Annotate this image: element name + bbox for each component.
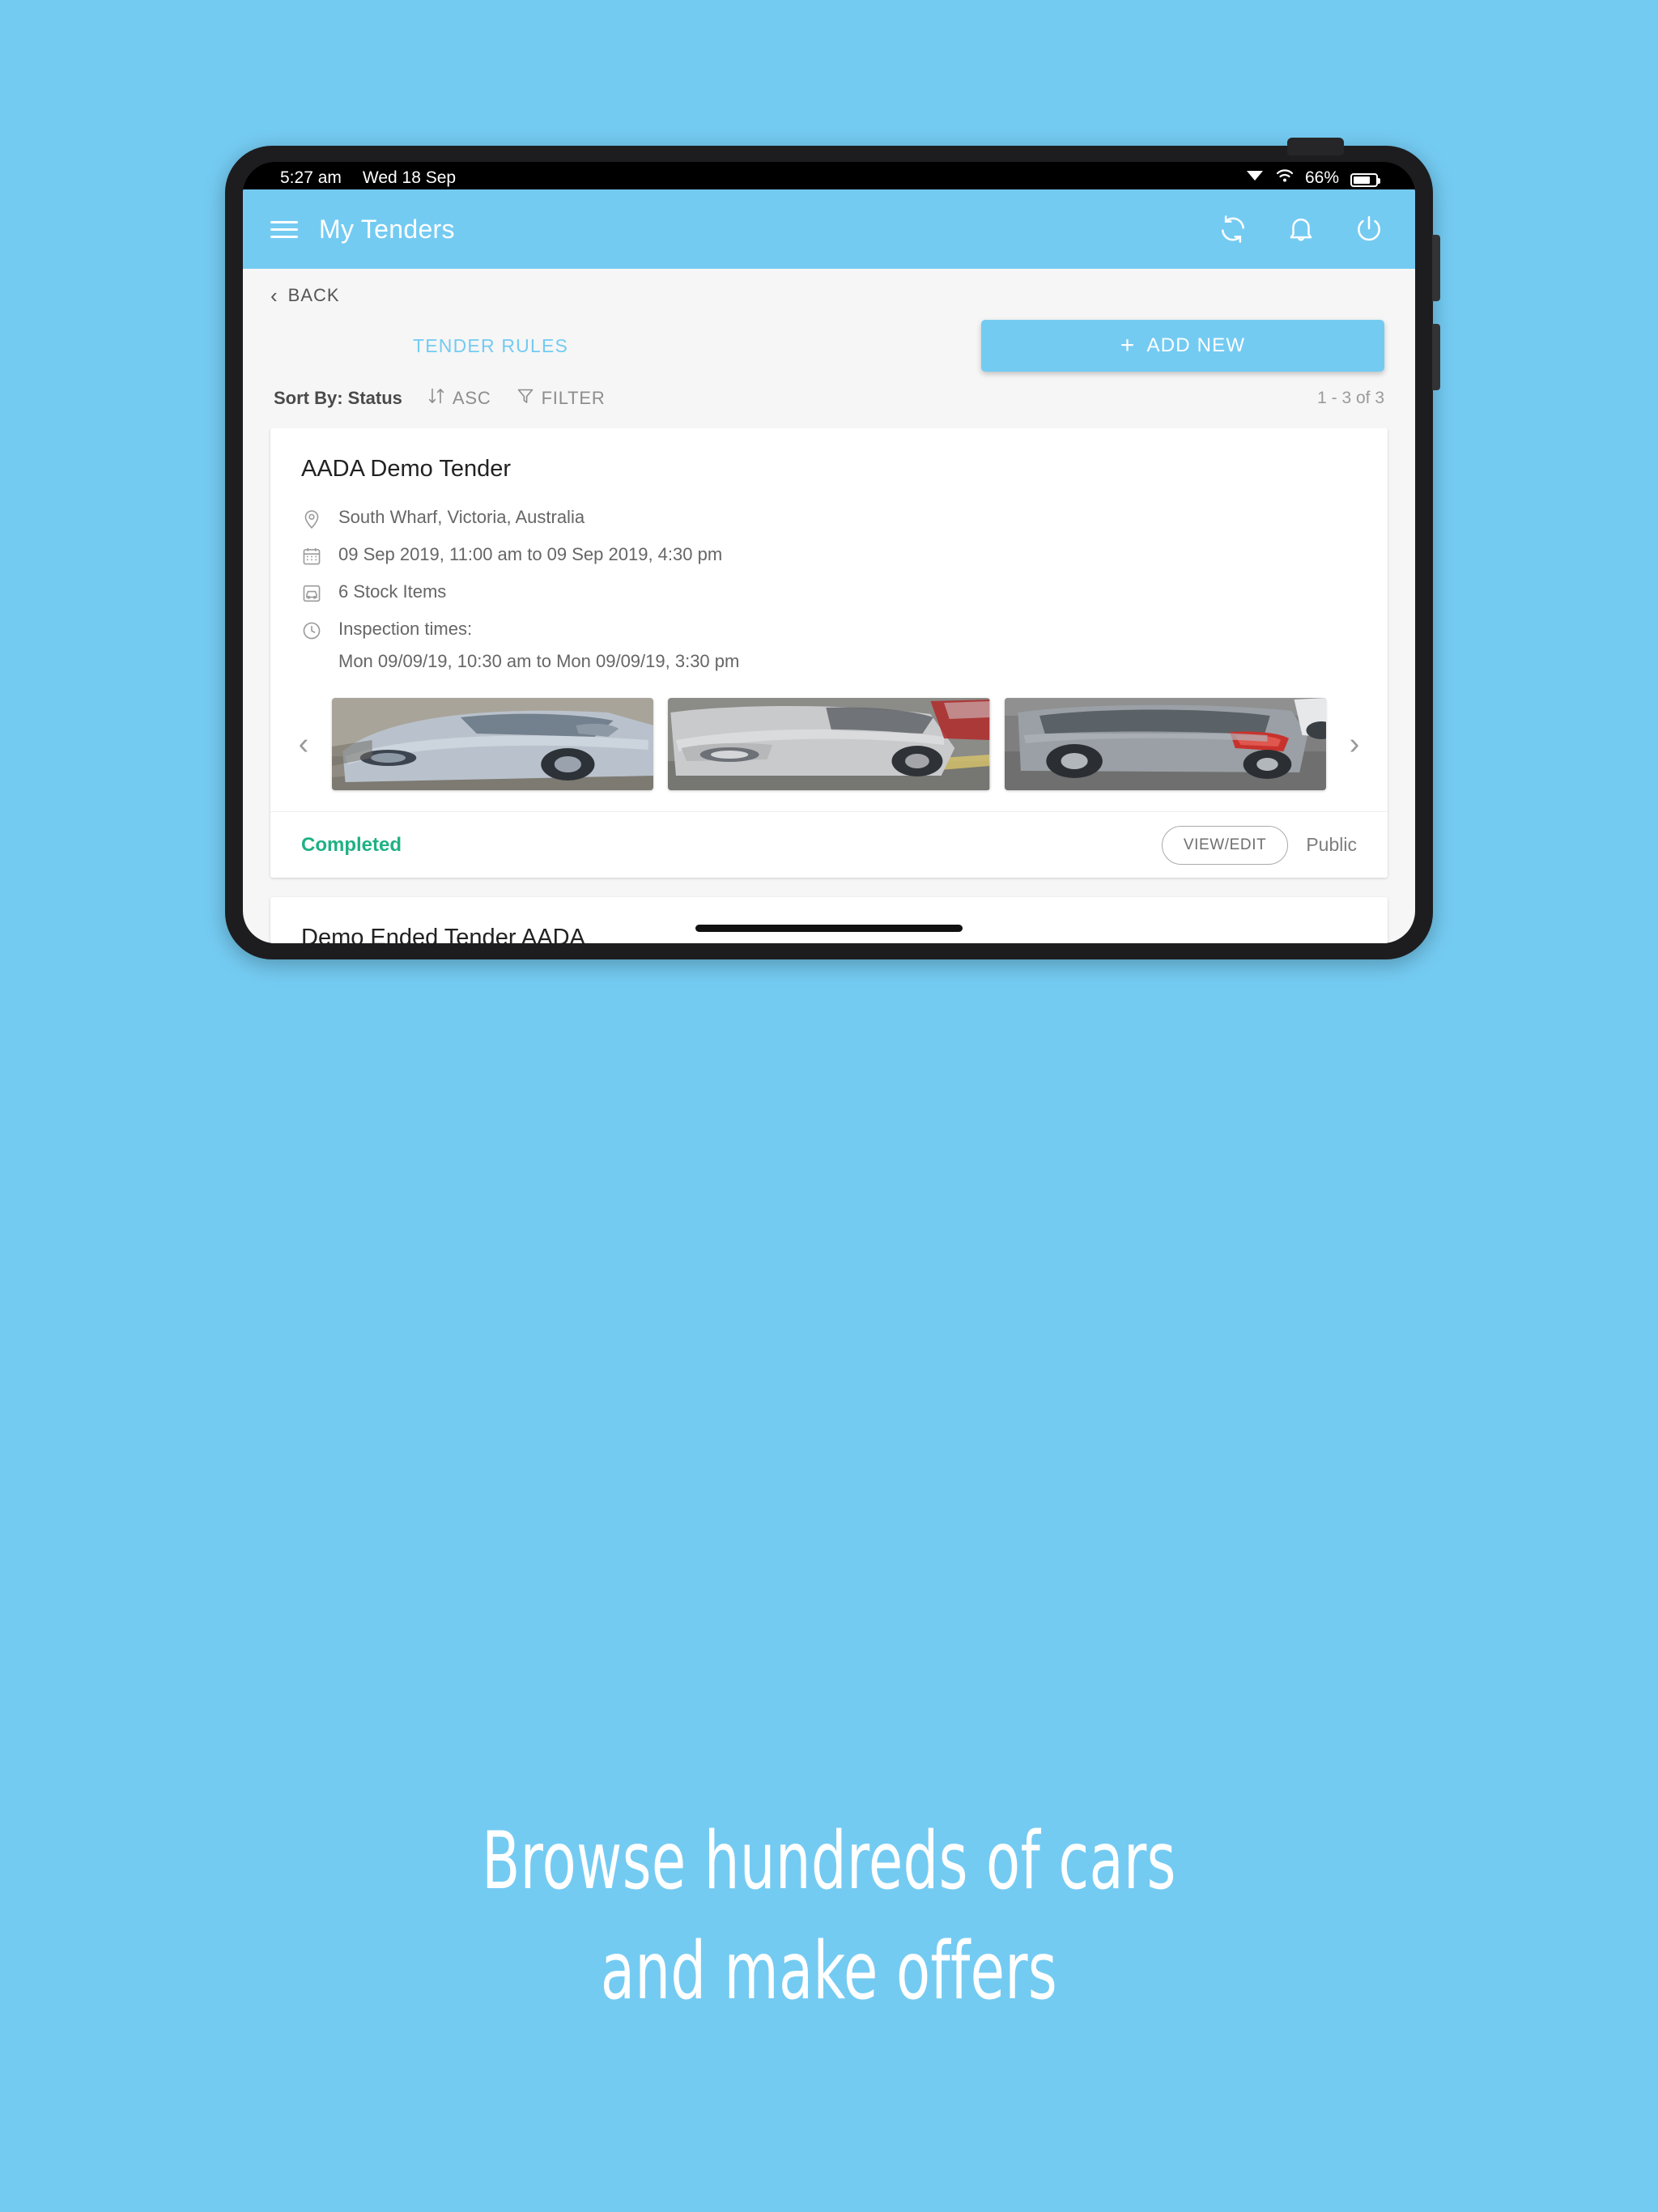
back-button[interactable]: ‹ BACK [270, 285, 340, 306]
status-badge: Completed [301, 833, 402, 856]
app-viewport: My Tenders ‹ BACK TENDER RULES + ADD NEW… [243, 189, 1415, 943]
tender-card-body: AADA Demo Tender South Wharf, Victoria, … [270, 428, 1388, 687]
promo-caption-line-2: and make offers [600, 1925, 1058, 2018]
status-date: Wed 18 Sep [362, 168, 457, 187]
tender-card[interactable]: AADA Demo Tender South Wharf, Victoria, … [270, 428, 1388, 878]
tender-date-range: 09 Sep 2019, 11:00 am to 09 Sep 2019, 4:… [338, 544, 723, 564]
camera-nub [1287, 138, 1344, 155]
battery-percent-label: 66% [1304, 168, 1339, 187]
tender-card-footer-actions: VIEW/EDIT Public [1161, 825, 1357, 865]
tablet-device-frame: 5:27 am Wed 18 Sep 66% My Tenders ‹ BACK… [225, 138, 1440, 959]
refresh-icon[interactable] [1218, 214, 1248, 245]
tender-card-footer: Completed VIEW/EDIT Public [270, 811, 1388, 878]
app-bar-actions [1218, 214, 1384, 245]
promo-caption-line-1: Browse hundreds of cars [482, 1815, 1176, 1908]
filter-label: FILTER [541, 388, 606, 408]
plus-icon: + [1120, 332, 1136, 359]
tender-card-body: Demo Ended Tender AADA Richmond, Victori… [270, 897, 1388, 943]
funnel-icon [516, 386, 535, 410]
tender-card[interactable]: Demo Ended Tender AADA Richmond, Victori… [270, 897, 1388, 943]
sort-bar: Sort By: Status ASC FILTER 1 - 3 of 3 [243, 372, 1415, 428]
back-row: ‹ BACK [243, 269, 1415, 307]
add-new-button[interactable]: + ADD NEW [981, 320, 1384, 372]
battery-fill [1354, 177, 1370, 184]
location-pin-icon [301, 508, 322, 530]
volume-down-button[interactable] [1432, 324, 1440, 390]
tender-dates-row: 09 Sep 2019, 11:00 am to 09 Sep 2019, 4:… [301, 544, 1357, 567]
page-title: My Tenders [319, 214, 455, 244]
tender-title: AADA Demo Tender [301, 456, 511, 482]
tender-stock-items: 6 Stock Items [338, 581, 447, 602]
chevron-right-icon[interactable]: › [1341, 729, 1368, 759]
car-icon [301, 583, 322, 604]
tender-stock-row: 6 Stock Items [301, 581, 1357, 604]
filter-button[interactable]: FILTER [516, 386, 606, 410]
status-time: 5:27 am [280, 168, 342, 187]
action-row: TENDER RULES + ADD NEW [243, 307, 1415, 372]
bell-icon[interactable] [1286, 214, 1316, 245]
power-icon[interactable] [1354, 214, 1384, 245]
back-button-label: BACK [287, 285, 340, 305]
promo-caption: Browse hundreds of cars and make offers [182, 1822, 1475, 2011]
silver-sedan-front-photo[interactable] [668, 698, 990, 790]
tender-inspection-times: Mon 09/09/19, 10:30 am to Mon 09/09/19, … [338, 651, 740, 671]
chevron-left-icon[interactable]: ‹ [290, 729, 317, 759]
grey-suv-rear-photo[interactable] [1004, 698, 1326, 790]
tender-inspection-label: Inspection times: [338, 619, 473, 639]
silver-hatchback-front-photo[interactable] [332, 698, 654, 790]
tender-location: South Wharf, Victoria, Australia [338, 507, 585, 527]
sort-direction-button[interactable]: ASC [427, 386, 491, 410]
chevron-left-icon: ‹ [270, 283, 278, 308]
volume-up-button[interactable] [1432, 235, 1440, 301]
visibility-label: Public [1306, 834, 1357, 855]
pager-count: 1 - 3 of 3 [1317, 389, 1384, 407]
clock-icon [301, 620, 322, 641]
hamburger-menu-icon[interactable] [270, 220, 298, 238]
sort-direction-label: ASC [452, 388, 491, 408]
sort-by-label: Sort By: Status [274, 388, 402, 408]
tender-location-row: South Wharf, Victoria, Australia [301, 507, 1357, 530]
add-new-label: ADD NEW [1146, 334, 1246, 356]
tender-inspection-row: Inspection times: [301, 619, 1357, 641]
home-indicator[interactable] [695, 925, 963, 932]
tender-list[interactable]: AADA Demo Tender South Wharf, Victoria, … [243, 428, 1415, 943]
sort-arrows-icon [427, 386, 446, 410]
status-bar-left: 5:27 am Wed 18 Sep [280, 168, 456, 188]
status-bar: 5:27 am Wed 18 Sep 66% [243, 162, 1415, 189]
tender-image-carousel[interactable]: ‹ › [270, 687, 1388, 811]
tender-rules-button[interactable]: TENDER RULES [395, 321, 586, 372]
tablet-screen: 5:27 am Wed 18 Sep 66% My Tenders ‹ BACK… [243, 162, 1415, 943]
status-bar-right: 66% [1245, 168, 1380, 188]
signal-icon [1245, 168, 1265, 188]
calendar-icon [301, 546, 322, 567]
wifi-icon [1276, 168, 1294, 188]
app-bar: My Tenders [243, 189, 1415, 269]
battery-icon [1350, 173, 1380, 187]
view-edit-button[interactable]: VIEW/EDIT [1161, 825, 1289, 865]
